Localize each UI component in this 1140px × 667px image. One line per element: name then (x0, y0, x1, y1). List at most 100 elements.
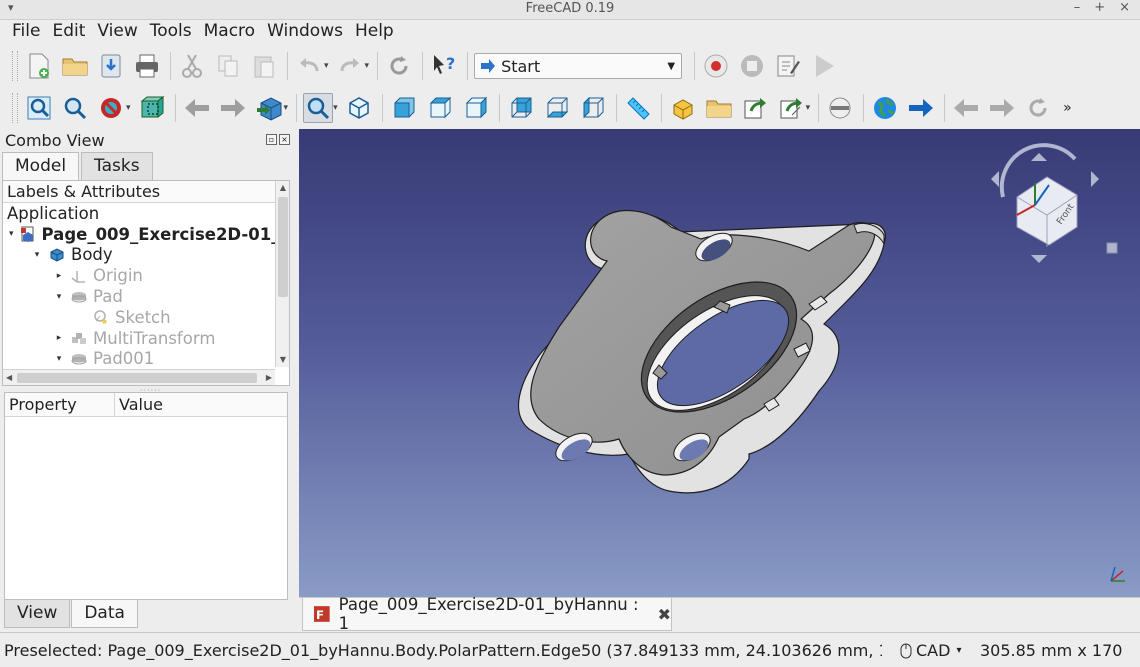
scroll-right-icon[interactable]: ▶ (266, 370, 272, 386)
toolbar-grip[interactable] (12, 51, 18, 81)
scroll-thumb[interactable] (17, 373, 257, 383)
measure-distance-icon[interactable] (623, 93, 653, 123)
menu-help[interactable]: Help (349, 20, 400, 44)
title-bar: ▾ FreeCAD 0.19 – + × (0, 0, 1140, 20)
tree-item[interactable]: ▾ Body (3, 245, 289, 266)
macro-stop-icon[interactable] (737, 51, 767, 81)
viewport-dimensions: 305.85 mm x 170 (980, 641, 1123, 660)
redo-dropdown-icon[interactable]: ▾ (365, 61, 370, 71)
link-dropdown-icon[interactable]: ▾ (806, 103, 811, 113)
maximize-button[interactable]: + (1094, 0, 1105, 15)
tab-view[interactable]: View (4, 600, 71, 628)
create-link-icon[interactable] (740, 93, 770, 123)
view-bottom-icon[interactable] (542, 93, 572, 123)
scroll-thumb[interactable] (278, 197, 288, 297)
close-tab-icon[interactable]: ✖ (658, 605, 671, 624)
menu-macro[interactable]: Macro (198, 20, 261, 44)
workbench-selector[interactable]: Start ▼ (474, 53, 683, 79)
zoom-dropdown-icon[interactable]: ▾ (333, 103, 338, 113)
navigation-cube[interactable]: Front (991, 143, 1118, 263)
macro-execute-icon[interactable] (809, 51, 839, 81)
close-button[interactable]: × (1119, 0, 1130, 15)
web-forward-icon[interactable] (987, 93, 1017, 123)
minimize-button[interactable]: – (1074, 0, 1081, 15)
part-model[interactable]: Front (299, 129, 1140, 597)
bounding-box-icon[interactable] (137, 93, 167, 123)
collapse-arrow-icon[interactable]: ▾ (53, 354, 65, 364)
tree-item[interactable]: ▾ Pad (3, 286, 289, 307)
whats-this-icon[interactable]: ? (429, 51, 459, 81)
create-group-icon[interactable] (704, 93, 734, 123)
expand-arrow-icon[interactable]: ▸ (53, 271, 65, 281)
web-go-icon[interactable] (906, 93, 936, 123)
undo-dropdown-icon[interactable]: ▾ (324, 61, 329, 71)
document-tab[interactable]: F Page_009_Exercise2D-01_byHannu : 1 ✖ (302, 595, 672, 633)
expand-arrow-icon[interactable]: ▸ (53, 333, 65, 343)
view-isometric-icon[interactable] (344, 93, 374, 123)
view-top-icon[interactable] (425, 93, 455, 123)
scroll-up-icon[interactable]: ▲ (276, 181, 290, 195)
tree-item-label: Pad (93, 287, 123, 307)
zoom-icon[interactable] (303, 93, 334, 123)
menu-file[interactable]: File (6, 20, 46, 44)
tree-item[interactable]: Application (3, 203, 289, 224)
draw-style-dropdown-icon[interactable]: ▾ (126, 103, 131, 113)
tree-item[interactable]: Sketch (3, 307, 289, 328)
paste-icon[interactable] (249, 51, 279, 81)
tree-vertical-scrollbar[interactable]: ▲ ▼ (275, 181, 289, 367)
macro-record-icon[interactable] (701, 51, 731, 81)
web-globe-icon[interactable] (870, 93, 900, 123)
macro-edit-icon[interactable] (773, 51, 803, 81)
collapse-arrow-icon[interactable]: ▾ (31, 250, 43, 260)
print-icon[interactable] (132, 51, 162, 81)
menu-tools[interactable]: Tools (144, 20, 198, 44)
refresh-icon[interactable] (384, 51, 414, 81)
section-view-icon[interactable] (825, 93, 855, 123)
redo-icon[interactable] (335, 51, 365, 81)
copy-icon[interactable] (213, 51, 243, 81)
collapse-arrow-icon[interactable]: ▾ (9, 229, 14, 239)
save-icon[interactable] (96, 51, 126, 81)
fit-all-icon[interactable] (24, 93, 54, 123)
tab-data[interactable]: Data (71, 600, 138, 628)
view-rear-icon[interactable] (506, 93, 536, 123)
view-front-icon[interactable] (389, 93, 419, 123)
tree-item[interactable]: ▸ Origin (3, 265, 289, 286)
scroll-left-icon[interactable]: ◀ (6, 370, 12, 386)
draw-style-icon[interactable] (96, 93, 126, 123)
forward-arrow-icon[interactable] (218, 93, 248, 123)
close-panel-icon[interactable]: × (279, 134, 290, 145)
property-column-header[interactable]: Property (5, 393, 115, 416)
menu-view[interactable]: View (91, 20, 143, 44)
create-part-icon[interactable] (668, 93, 698, 123)
navigation-style-selector[interactable]: CAD ▾ (900, 641, 961, 660)
web-back-icon[interactable] (951, 93, 981, 123)
web-refresh-icon[interactable] (1023, 93, 1053, 123)
standard-views-icon[interactable] (254, 93, 284, 123)
standard-views-dropdown-icon[interactable]: ▾ (284, 103, 289, 113)
3d-viewport[interactable]: Front (299, 129, 1140, 597)
toolbar-overflow-icon[interactable]: » (1063, 100, 1072, 116)
tree-item[interactable]: ▾ Page_009_Exercise2D-01_b (3, 224, 289, 245)
float-panel-icon[interactable]: ▫ (266, 134, 277, 145)
open-folder-icon[interactable] (60, 51, 90, 81)
fit-selection-icon[interactable] (60, 93, 90, 123)
tab-model[interactable]: Model (2, 152, 80, 180)
menu-windows[interactable]: Windows (261, 20, 349, 44)
tree-item[interactable]: ▾ Pad001 (3, 349, 289, 370)
back-arrow-icon[interactable] (182, 93, 212, 123)
cut-icon[interactable] (177, 51, 207, 81)
collapse-arrow-icon[interactable]: ▾ (53, 292, 65, 302)
menu-edit[interactable]: Edit (46, 20, 91, 44)
scroll-down-icon[interactable]: ▼ (276, 353, 290, 367)
view-right-icon[interactable] (461, 93, 491, 123)
tree-item[interactable]: ▸ MultiTransform (3, 328, 289, 349)
tab-tasks[interactable]: Tasks (81, 152, 153, 180)
view-left-icon[interactable] (578, 93, 608, 123)
link-actions-icon[interactable] (776, 93, 806, 123)
tree-horizontal-scrollbar[interactable]: ◀ ▶ (3, 369, 275, 385)
undo-icon[interactable] (294, 51, 324, 81)
new-document-icon[interactable] (24, 51, 54, 81)
value-column-header[interactable]: Value (115, 393, 287, 416)
toolbar-grip[interactable] (12, 93, 18, 123)
